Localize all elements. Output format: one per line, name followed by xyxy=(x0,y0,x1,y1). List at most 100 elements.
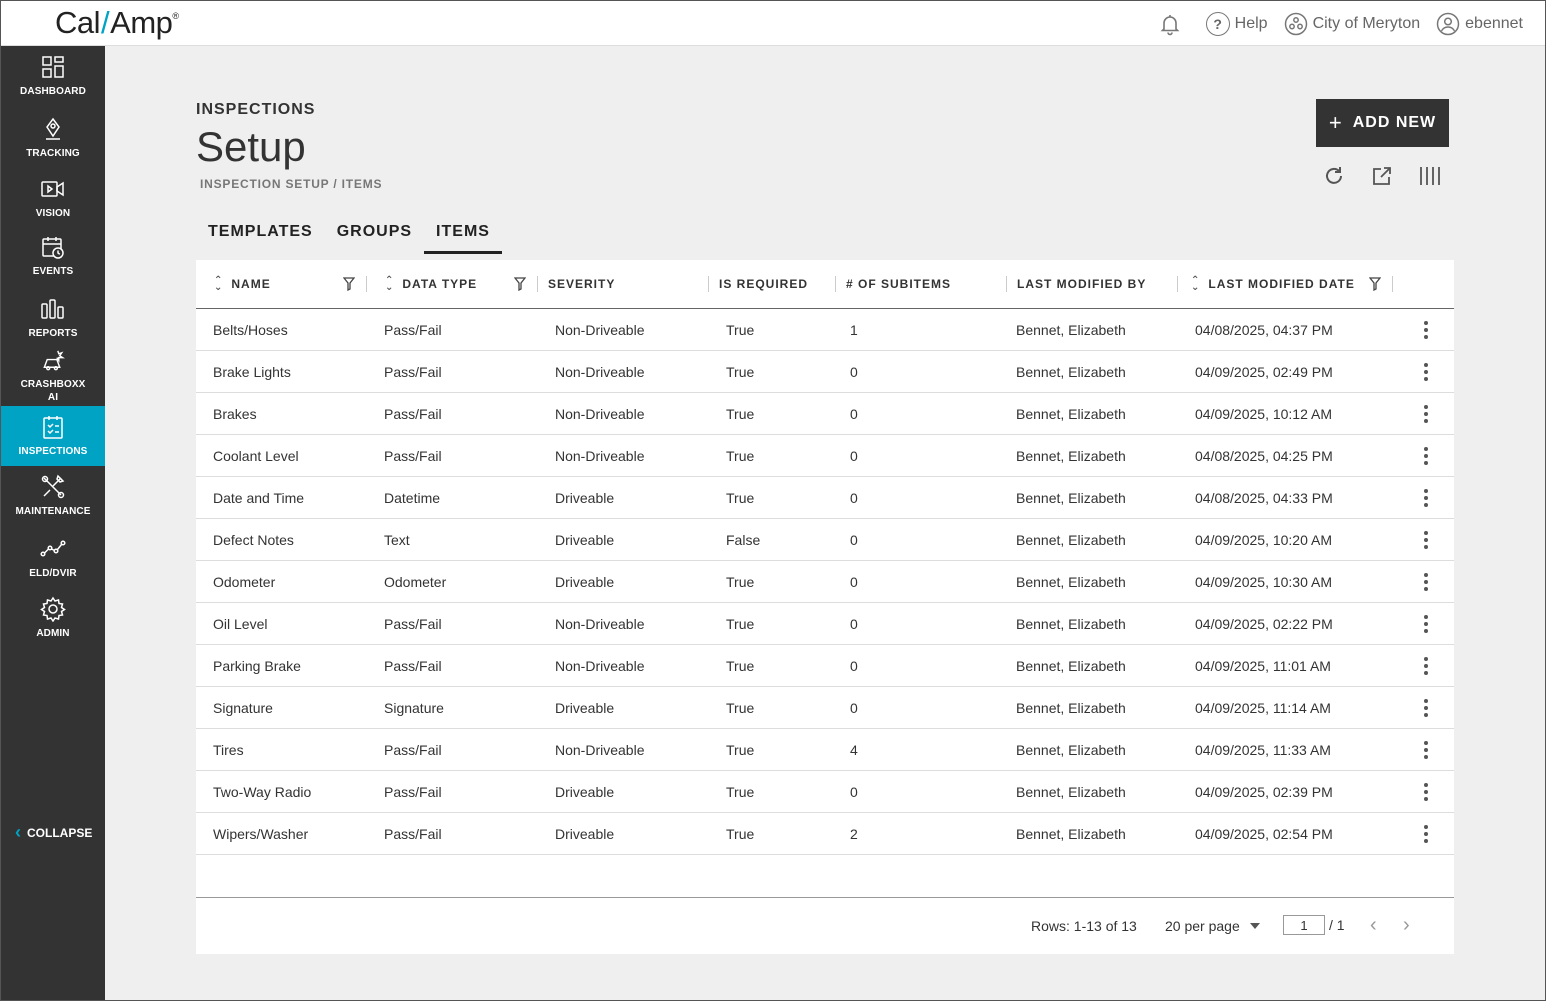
breadcrumb: INSPECTION SETUP / ITEMS xyxy=(200,177,383,191)
column-separator[interactable] xyxy=(708,276,709,292)
cell-last-modified-by: Bennet, Elizabeth xyxy=(1016,531,1126,548)
collapse-sidebar-button[interactable]: ‹ COLLAPSE xyxy=(15,822,92,843)
sidebar-item-vision[interactable]: VISION xyxy=(1,176,105,220)
table-row[interactable]: Parking Brake Pass/Fail Non-Driveable True 0… xyxy=(196,645,1454,687)
table-row[interactable]: Belts/Hoses Pass/Fail Non-Driveable True 1 Be… xyxy=(196,309,1454,351)
cell-severity: Driveable xyxy=(555,699,615,716)
bell-icon[interactable] xyxy=(1158,12,1182,36)
cell-is-required: True xyxy=(726,657,755,674)
sidebar-item-inspections[interactable]: INSPECTIONS xyxy=(1,406,105,466)
tab-templates[interactable]: TEMPLATES xyxy=(196,223,325,254)
table-row[interactable]: Tires Pass/Fail Non-Driveable True 4 Bennet, … xyxy=(196,729,1454,771)
add-new-button[interactable]: + ADD NEW xyxy=(1316,99,1449,147)
help-link[interactable]: ? Help xyxy=(1205,11,1268,36)
more-options-icon[interactable] xyxy=(1422,405,1430,423)
sidebar-label-admin: ADMIN xyxy=(36,628,70,639)
cell-is-required: True xyxy=(726,783,755,800)
sidebar-label-tracking: TRACKING xyxy=(26,148,80,159)
refresh-icon[interactable] xyxy=(1323,165,1345,187)
table-row[interactable]: Oil Level Pass/Fail Non-Driveable True 0 Benn… xyxy=(196,603,1454,645)
sidebar-item-maintenance[interactable]: MAINTENANCE xyxy=(1,474,105,518)
page-title: Setup xyxy=(196,123,306,170)
more-options-icon[interactable] xyxy=(1422,321,1430,339)
column-separator[interactable] xyxy=(835,276,836,292)
tab-groups[interactable]: GROUPS xyxy=(325,223,424,254)
column-header-last-modified-date[interactable]: ⌃ ⌄ LAST MODIFIED DATE xyxy=(1191,260,1355,308)
cell-is-required: True xyxy=(726,363,755,380)
sidebar-item-eld-dvir[interactable]: ELD/DVIR xyxy=(1,536,105,580)
more-options-icon[interactable] xyxy=(1422,531,1430,549)
table-row[interactable]: Odometer Odometer Driveable True 0 Bennet, El… xyxy=(196,561,1454,603)
column-header-subitems[interactable]: # OF SUBITEMS xyxy=(846,260,951,308)
per-page-select[interactable]: 20 per page xyxy=(1165,918,1260,934)
table-row[interactable]: Brakes Pass/Fail Non-Driveable True 0 Bennet,… xyxy=(196,393,1454,435)
sidebar-item-tracking[interactable]: TRACKING xyxy=(1,116,105,160)
more-options-icon[interactable] xyxy=(1422,573,1430,591)
more-options-icon[interactable] xyxy=(1422,825,1430,843)
chevron-left-icon[interactable]: ‹ xyxy=(1370,914,1377,937)
page-number-input[interactable] xyxy=(1283,915,1325,935)
filter-icon[interactable] xyxy=(1369,277,1381,291)
more-options-icon[interactable] xyxy=(1422,699,1430,717)
user-menu[interactable]: ebennet xyxy=(1436,12,1523,36)
table-row[interactable]: Two-Way Radio Pass/Fail Driveable True 0 Benn… xyxy=(196,771,1454,813)
column-separator[interactable] xyxy=(366,276,367,292)
column-separator[interactable] xyxy=(1177,276,1178,292)
more-options-icon[interactable] xyxy=(1422,615,1430,633)
sidebar-item-crashboxx[interactable]: CRASHBOXX AI xyxy=(1,348,105,404)
more-options-icon[interactable] xyxy=(1422,657,1430,675)
calamp-logo[interactable]: Cal/Amp® xyxy=(55,5,179,41)
items-table: ⌃ ⌄ NAME ⌃ ⌄ DATA TYPE SEVERITY IS REQUIRED … xyxy=(196,260,1454,954)
sidebar-item-reports[interactable]: REPORTS xyxy=(1,296,105,340)
sidebar-item-events[interactable]: EVENTS xyxy=(1,234,105,278)
table-row[interactable]: Coolant Level Pass/Fail Non-Driveable True 0… xyxy=(196,435,1454,477)
cell-data-type: Pass/Fail xyxy=(384,783,442,800)
more-options-icon[interactable] xyxy=(1422,783,1430,801)
chevron-right-icon[interactable]: › xyxy=(1403,914,1410,937)
chevron-left-icon: ‹ xyxy=(15,822,21,842)
column-header-last-modified-by[interactable]: LAST MODIFIED BY xyxy=(1017,260,1146,308)
table-row[interactable]: Wipers/Washer Pass/Fail Driveable True 2 Benn… xyxy=(196,813,1454,855)
per-page-label: 20 per page xyxy=(1165,918,1240,934)
column-separator[interactable] xyxy=(1392,276,1393,292)
column-header-data-type[interactable]: ⌃ ⌄ DATA TYPE xyxy=(385,260,477,308)
cell-name: Parking Brake xyxy=(213,657,301,674)
cell-last-modified-date: 04/09/2025, 02:54 PM xyxy=(1195,825,1333,842)
column-header-severity[interactable]: SEVERITY xyxy=(548,260,615,308)
sort-icon: ⌃ ⌄ xyxy=(385,275,395,293)
org-label: City of Meryton xyxy=(1312,14,1421,32)
more-options-icon[interactable] xyxy=(1422,489,1430,507)
cell-last-modified-by: Bennet, Elizabeth xyxy=(1016,657,1126,674)
columns-icon[interactable] xyxy=(1419,165,1441,187)
cell-name: Signature xyxy=(213,699,273,716)
column-header-name[interactable]: ⌃ ⌄ NAME xyxy=(214,260,271,308)
table-row[interactable]: Date and Time Datetime Driveable True 0 Benne… xyxy=(196,477,1454,519)
table-row[interactable]: Brake Lights Pass/Fail Non-Driveable True 0 B… xyxy=(196,351,1454,393)
export-icon[interactable] xyxy=(1371,165,1393,187)
cell-data-type: Signature xyxy=(384,699,444,716)
more-options-icon[interactable] xyxy=(1422,363,1430,381)
filter-icon[interactable] xyxy=(514,277,526,291)
more-options-icon[interactable] xyxy=(1422,741,1430,759)
tab-bar: TEMPLATES GROUPS ITEMS xyxy=(196,223,502,254)
table-row[interactable]: Defect Notes Text Driveable False 0 Bennet, E… xyxy=(196,519,1454,561)
table-row[interactable]: Signature Signature Driveable True 0 Bennet, … xyxy=(196,687,1454,729)
tab-items[interactable]: ITEMS xyxy=(424,223,502,254)
cell-last-modified-by: Bennet, Elizabeth xyxy=(1016,447,1126,464)
cell-is-required: True xyxy=(726,489,755,506)
org-switcher[interactable]: City of Meryton xyxy=(1284,12,1421,36)
sidebar-item-dashboard[interactable]: DASHBOARD xyxy=(1,54,105,98)
sidebar-item-admin[interactable]: ADMIN xyxy=(1,596,105,640)
column-separator[interactable] xyxy=(1006,276,1007,292)
column-header-is-required[interactable]: IS REQUIRED xyxy=(719,260,808,308)
cell-name: Two-Way Radio xyxy=(213,783,312,800)
page-total: / 1 xyxy=(1329,917,1345,933)
cell-last-modified-by: Bennet, Elizabeth xyxy=(1016,321,1126,338)
filter-icon[interactable] xyxy=(343,277,355,291)
events-icon xyxy=(42,237,64,259)
cell-last-modified-date: 04/09/2025, 02:49 PM xyxy=(1195,363,1333,380)
column-separator[interactable] xyxy=(537,276,538,292)
column-label-data-type: DATA TYPE xyxy=(402,277,478,291)
more-options-icon[interactable] xyxy=(1422,447,1430,465)
cell-severity: Non-Driveable xyxy=(555,741,645,758)
